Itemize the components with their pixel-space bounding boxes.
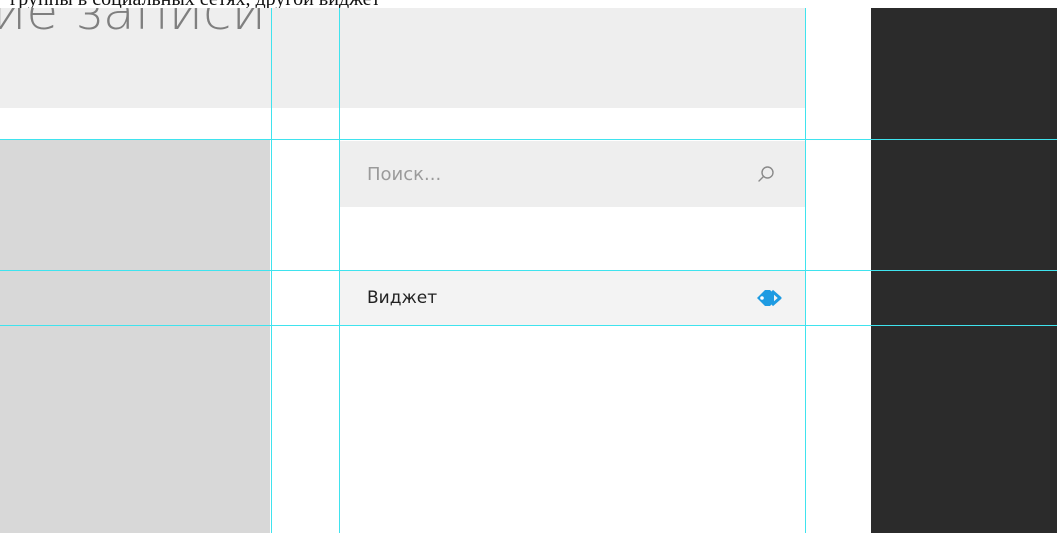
dark-sidebar-column: [871, 8, 1057, 533]
left-panel: [0, 140, 270, 533]
page-heading: ие записи: [0, 8, 266, 42]
widget-label: Виджет: [367, 288, 438, 308]
tag-arrow-icon[interactable]: [755, 288, 783, 308]
search-box[interactable]: [340, 141, 805, 207]
widget-row[interactable]: Виджет: [340, 271, 805, 325]
top-strip-text: группы в социальных сетях, другой виджет: [10, 0, 380, 8]
search-input[interactable]: [367, 163, 755, 185]
search-icon[interactable]: [755, 163, 777, 185]
heading-band: ие записи: [0, 8, 805, 108]
guide-line-vertical: [805, 8, 806, 533]
top-strip: группы в социальных сетях, другой виджет: [0, 0, 1057, 8]
